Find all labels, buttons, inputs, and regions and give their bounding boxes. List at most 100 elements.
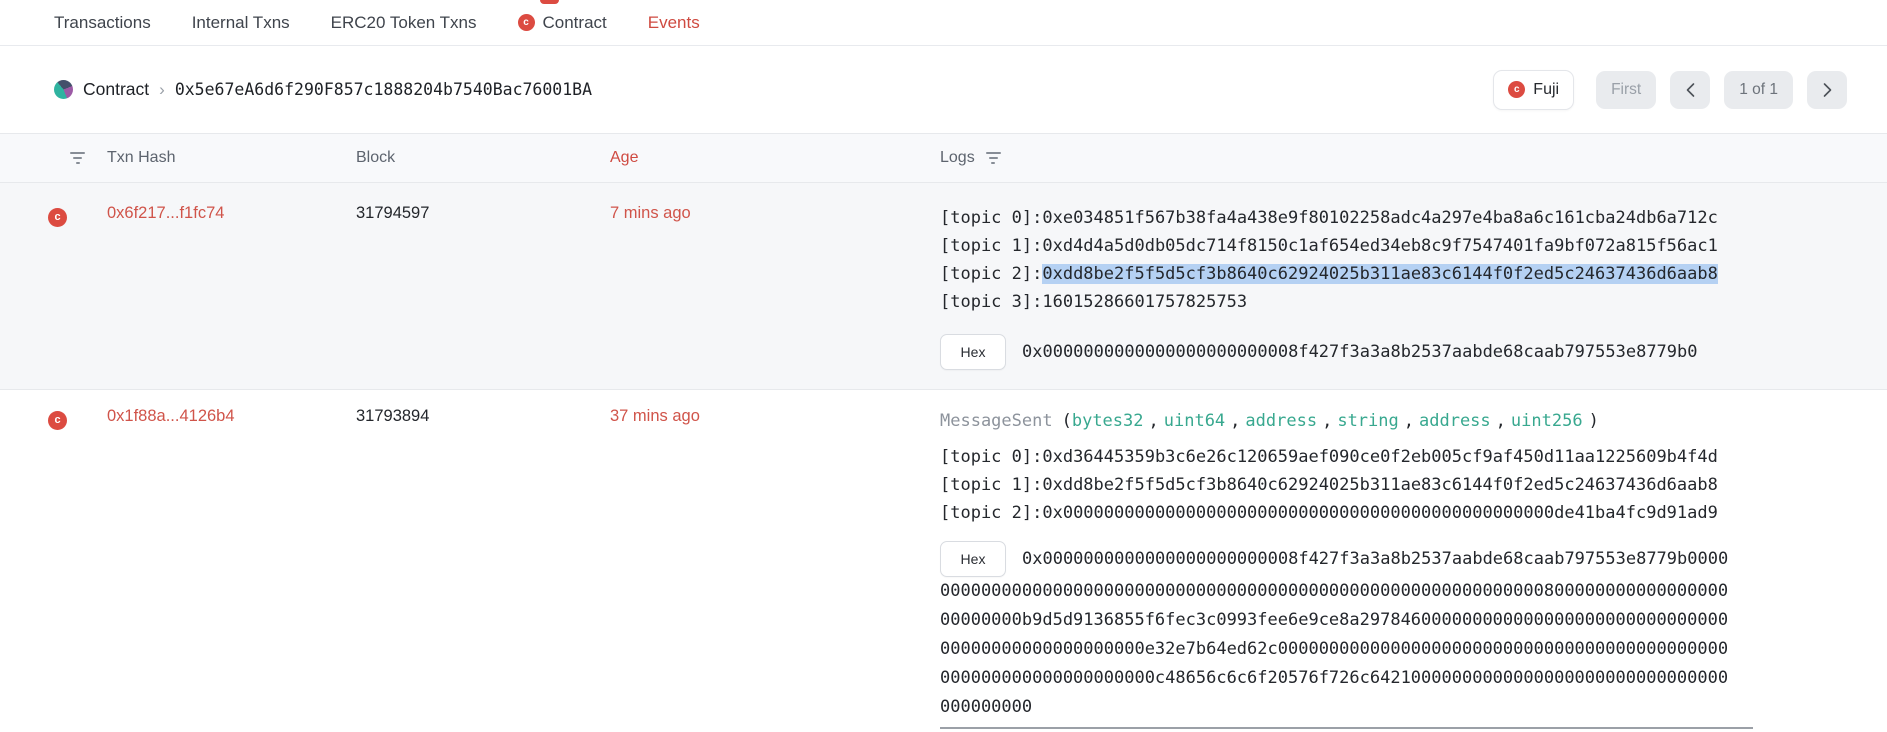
tab-label: Transactions — [54, 13, 151, 33]
topic-label: [topic 2]: — [940, 503, 1042, 523]
block-number: 31793894 — [356, 407, 610, 426]
topic-line: [topic 3]:16015286601757825753 — [940, 288, 1847, 316]
tab-events[interactable]: Events — [648, 13, 700, 33]
hex-data-line: 0000000000000000000000000000000000000000… — [940, 577, 1847, 606]
topic-label: [topic 1]: — [940, 475, 1042, 495]
tab-label: Contract — [543, 13, 607, 33]
topic-value: 0xd36445359b3c6e26c120659aef090ce0f2eb00… — [1042, 447, 1718, 467]
topic-value: 0xd4d4a5d0db05dc714f8150c1af654ed34eb8c9… — [1042, 236, 1718, 256]
param-separator: , — [1230, 411, 1240, 431]
param-separator: , — [1322, 411, 1332, 431]
event-signature: MessageSent(bytes32,uint64,address,strin… — [940, 407, 1847, 435]
topic-line: [topic 1]:0xdd8be2f5f5d5cf3b8640c6292402… — [940, 471, 1847, 499]
next-page-button[interactable] — [1807, 71, 1847, 109]
contract-c-icon: c — [518, 14, 535, 31]
header-logs-label: Logs — [940, 149, 975, 167]
contract-c-icon: c — [48, 411, 67, 430]
events-table: Txn Hash Block Age Logs c 0x6f217...f1fc… — [0, 133, 1887, 729]
event-name: MessageSent — [940, 411, 1053, 431]
topic-label: [topic 1]: — [940, 236, 1042, 256]
hex-data-line: 000000000000000000000c48656c6c6f20576f72… — [940, 664, 1847, 693]
pagination: c Fuji First 1 of 1 — [1493, 70, 1847, 110]
txn-hash-link[interactable]: 0x1f88a...4126b4 — [107, 407, 235, 425]
hex-toggle-button[interactable]: Hex — [940, 334, 1006, 370]
hex-data-line: 00000000b9d5d9136855f6fec3c0993fee6e9ce8… — [940, 606, 1847, 635]
topic-label: [topic 0]: — [940, 208, 1042, 228]
topic-value: 0x00000000000000000000000000000000000000… — [1042, 503, 1718, 523]
prev-page-button[interactable] — [1670, 71, 1710, 109]
hex-data-line: 0x0000000000000000000000008f427f3a3a8b25… — [1022, 545, 1728, 574]
topic-line: [topic 2]:0xdd8be2f5f5d5cf3b8640c6292402… — [940, 260, 1847, 288]
param-separator: , — [1496, 411, 1506, 431]
tab-label: Events — [648, 13, 700, 33]
breadcrumb: Contract › 0x5e67eA6d6f290F857c1888204b7… — [54, 79, 592, 100]
cutoff-red-badge — [540, 0, 559, 4]
topic-line: [topic 0]:0xe034851f567b38fa4a438e9f8010… — [940, 204, 1847, 232]
hex-data-line: 000000000 — [940, 693, 1847, 722]
network-chip[interactable]: c Fuji — [1493, 70, 1574, 110]
row-icon-cell: c — [48, 204, 107, 227]
age-value: 7 mins ago — [610, 204, 940, 223]
age-value: 37 mins ago — [610, 407, 940, 426]
tab-contract[interactable]: c Contract — [518, 13, 607, 33]
tab-internal-txns[interactable]: Internal Txns — [192, 13, 290, 33]
topic-label: [topic 2]: — [940, 264, 1042, 284]
log-entry-divider — [940, 727, 1753, 729]
topic-value: 0xdd8be2f5f5d5cf3b8640c62924025b311ae83c… — [1042, 475, 1718, 495]
topic-label: [topic 0]: — [940, 447, 1042, 467]
topic-value-selected: 0xdd8be2f5f5d5cf3b8640c62924025b311ae83c… — [1042, 264, 1718, 284]
filter-icon[interactable] — [48, 149, 107, 167]
network-c-icon: c — [1508, 81, 1525, 98]
hex-data-row: Hex 0x0000000000000000000000008f427f3a3a… — [940, 334, 1847, 370]
breadcrumb-section: Contract — [83, 79, 149, 100]
table-header-row: Txn Hash Block Age Logs — [0, 133, 1887, 183]
logs-cell: MessageSent(bytes32,uint64,address,strin… — [940, 407, 1847, 729]
tab-label: ERC20 Token Txns — [331, 13, 477, 33]
contract-header: Contract › 0x5e67eA6d6f290F857c1888204b7… — [0, 46, 1887, 133]
chevron-left-icon — [1685, 82, 1696, 98]
header-logs: Logs — [940, 149, 1847, 167]
param-type: address — [1419, 411, 1491, 431]
logs-filter-icon[interactable] — [986, 149, 1001, 167]
first-page-button[interactable]: First — [1596, 71, 1656, 109]
paren-open: ( — [1062, 411, 1072, 431]
param-type: uint64 — [1164, 411, 1225, 431]
network-label: Fuji — [1533, 81, 1559, 99]
param-type: bytes32 — [1072, 411, 1144, 431]
event-row: c 0x6f217...f1fc74 31794597 7 mins ago [… — [0, 183, 1887, 390]
topic-line: [topic 0]:0xd36445359b3c6e26c120659aef09… — [940, 443, 1847, 471]
contract-identicon-icon — [54, 80, 73, 99]
hex-data-row: Hex 0x0000000000000000000000008f427f3a3a… — [940, 541, 1847, 577]
topic-value: 16015286601757825753 — [1042, 292, 1247, 312]
contract-address: 0x5e67eA6d6f290F857c1888204b7540Bac76001… — [175, 80, 592, 99]
header-age[interactable]: Age — [610, 149, 940, 167]
hex-data-continued: 0000000000000000000000000000000000000000… — [940, 577, 1847, 722]
page-indicator-button[interactable]: 1 of 1 — [1724, 71, 1793, 109]
tab-bar: Transactions Internal Txns ERC20 Token T… — [0, 0, 1887, 46]
param-separator: , — [1404, 411, 1414, 431]
tab-erc20-token-txns[interactable]: ERC20 Token Txns — [331, 13, 477, 33]
tab-transactions[interactable]: Transactions — [54, 13, 151, 33]
hex-toggle-button[interactable]: Hex — [940, 541, 1006, 577]
hex-data-line: 00000000000000000000e32e7b64ed62c0000000… — [940, 635, 1847, 664]
header-txn-hash: Txn Hash — [107, 149, 356, 167]
tab-label: Internal Txns — [192, 13, 290, 33]
chevron-right-icon — [1822, 82, 1833, 98]
txn-hash-link[interactable]: 0x6f217...f1fc74 — [107, 204, 224, 222]
topic-label: [topic 3]: — [940, 292, 1042, 312]
paren-close: ) — [1589, 411, 1599, 431]
topic-line: [topic 1]:0xd4d4a5d0db05dc714f8150c1af65… — [940, 232, 1847, 260]
header-block: Block — [356, 149, 610, 167]
block-number: 31794597 — [356, 204, 610, 223]
param-type: address — [1245, 411, 1317, 431]
param-type: string — [1337, 411, 1398, 431]
breadcrumb-separator: › — [159, 80, 165, 100]
topic-line: [topic 2]:0x0000000000000000000000000000… — [940, 499, 1847, 527]
param-type: uint256 — [1511, 411, 1583, 431]
logs-cell: [topic 0]:0xe034851f567b38fa4a438e9f8010… — [940, 204, 1847, 370]
event-row: c 0x1f88a...4126b4 31793894 37 mins ago … — [0, 390, 1887, 729]
row-icon-cell: c — [48, 407, 107, 430]
topic-value: 0xe034851f567b38fa4a438e9f80102258adc4a2… — [1042, 208, 1718, 228]
contract-c-icon: c — [48, 208, 67, 227]
hex-data: 0x0000000000000000000000008f427f3a3a8b25… — [1022, 338, 1698, 367]
